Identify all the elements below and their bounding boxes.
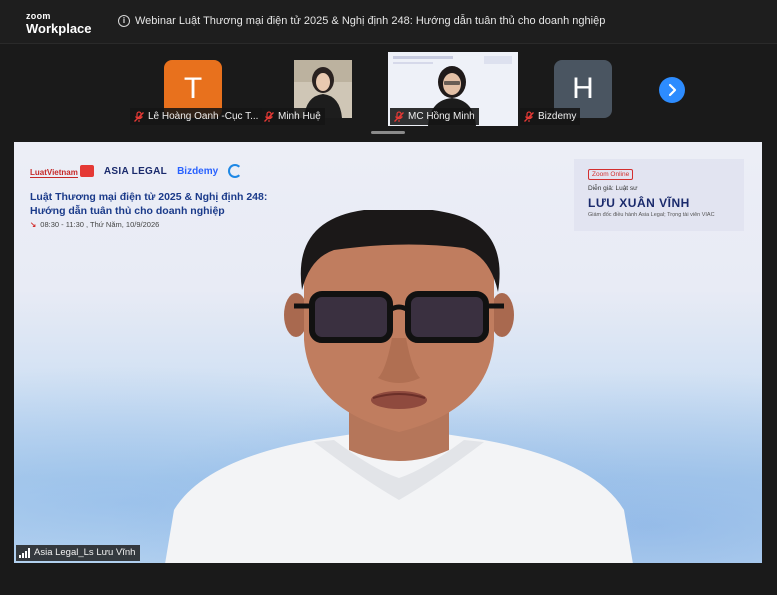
partner-logo-icon [228,164,243,178]
mic-muted-icon [134,110,144,122]
meeting-info[interactable]: i Webinar Luật Thương mại điện tử 2025 &… [118,15,605,27]
participant-name-tag: MC Hồng Minh [390,108,479,125]
signal-strength-icon [19,548,30,558]
mic-muted-icon [394,110,404,122]
top-bar: zoom Workplace i Webinar Luật Thương mại… [0,0,777,44]
participant-name-tag: Lê Hoàng Oanh -Cục T... [130,108,263,125]
logo-zoom-text: zoom [26,11,51,21]
participant-name-tag: Bizdemy [520,108,581,125]
participant-tile[interactable]: Minh Huệ [260,60,356,126]
zoom-online-badge: Zoom Online [588,169,634,180]
speaker-person-figure [165,210,633,563]
bottom-bar [0,565,777,595]
active-speaker-video: LuatVietnam ASIA LEGAL Bizdemy Luật Thươ… [14,142,762,563]
mic-muted-icon [524,110,534,122]
participant-name-tag: Minh Huệ [260,108,325,125]
participant-name: Lê Hoàng Oanh -Cục T... [148,111,259,122]
active-speaker-name: Asia Legal_Ls Lưu Vĩnh [34,547,136,558]
participant-name: Minh Huệ [278,111,321,122]
participant-tile[interactable]: T Lê Hoàng Oanh -Cục T... [130,60,263,126]
chevron-right-icon [668,83,677,97]
meeting-title: Webinar Luật Thương mại điện tử 2025 & N… [135,15,606,27]
speaker-name: LƯU XUÂN VĨNH [588,196,690,210]
participant-name: MC Hồng Minh [408,111,475,122]
slide-time: ↘ 08:30 - 11:30 , Thứ Năm, 10/9/2026 [30,220,159,229]
slide-time-text: 08:30 - 11:30 , Thứ Năm, 10/9/2026 [40,220,160,229]
asia-legal-logo: ASIA LEGAL [103,165,168,177]
speaker-caption: Diễn giả: Luật sư [588,185,638,192]
sponsor-logos: LuatVietnam ASIA LEGAL Bizdemy [30,162,243,180]
mic-muted-icon [264,110,274,122]
luatvietnam-logo: LuatVietnam [30,162,94,180]
participant-name: Bizdemy [538,111,577,122]
bizdemy-logo: Bizdemy [177,165,219,177]
participant-tile[interactable]: H Bizdemy [520,60,616,126]
active-speaker-name-tag: Asia Legal_Ls Lưu Vĩnh [16,545,141,561]
zoom-workplace-logo: zoom Workplace [26,11,92,36]
strip-pager-indicator[interactable] [371,131,405,134]
next-page-button[interactable] [659,77,685,103]
logo-workplace-text: Workplace [26,21,92,36]
arrow-icon: ↘ [30,220,37,229]
participant-strip: T Lê Hoàng Oanh -Cục T... Minh Huệ MC Hồ… [0,44,777,140]
info-icon[interactable]: i [118,15,130,27]
participant-tile[interactable]: MC Hồng Minh [388,52,518,126]
